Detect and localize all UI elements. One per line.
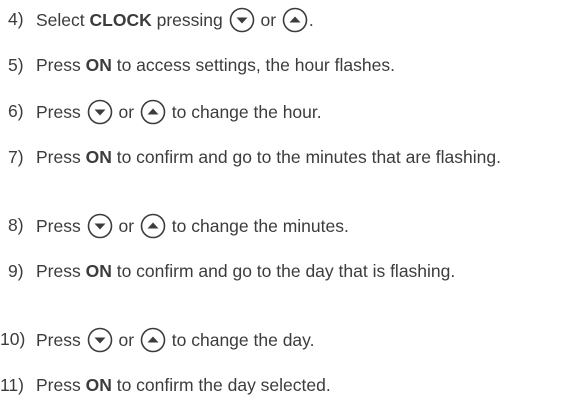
arrow-down-button-icon (87, 327, 113, 353)
step-text-segment: Press (36, 330, 86, 350)
step-text-segment: or (113, 216, 139, 236)
step-number: 4) (8, 9, 24, 29)
step-text-segment: pressing (151, 10, 228, 30)
step-text-segment: Press (36, 216, 86, 236)
step-text-segment: to confirm and go to the day that is fla… (111, 261, 456, 281)
step-text-segment: Select (36, 10, 90, 30)
step-text-segment: to confirm and go to the minutes that ar… (111, 147, 501, 167)
step-text: Press ON to confirm and go to the day th… (36, 259, 576, 283)
step-number: 9) (8, 261, 24, 281)
step-text-segment: Press (36, 102, 86, 122)
step-text: Press ON to confirm and go to the minute… (36, 145, 576, 169)
keyword-on: ON (85, 261, 112, 281)
keyword-on: ON (85, 147, 112, 167)
step-text-segment: Press (36, 261, 86, 281)
step-text: Press ON to confirm the day selected. (36, 373, 576, 397)
step-text: Press ON to access settings, the hour fl… (36, 53, 576, 77)
step-text-segment: to change the minutes. (166, 216, 349, 236)
arrow-down-button-icon (229, 7, 255, 33)
step-number: 8) (8, 215, 24, 235)
step-text: Press or to change the day. (36, 327, 576, 353)
step-text-segment: to change the day. (166, 330, 315, 350)
step-text-segment: Press (36, 55, 86, 75)
step-text: Press or to change the minutes. (36, 213, 576, 239)
step-text: Press or to change the hour. (36, 99, 576, 125)
arrow-up-button-icon (140, 327, 166, 353)
step-number: 5) (8, 55, 24, 75)
step-number: 11) (0, 375, 24, 395)
step-text-segment: Press (36, 147, 86, 167)
step-number: 10) (0, 329, 26, 349)
arrow-up-button-icon (140, 99, 166, 125)
arrow-down-button-icon (87, 213, 113, 239)
step-text-segment: or (113, 102, 139, 122)
step-text-segment: or (113, 330, 139, 350)
step-number: 7) (8, 147, 24, 167)
step-text-segment: to access settings, the hour flashes. (111, 55, 395, 75)
step-text-segment: to change the hour. (166, 102, 322, 122)
keyword-clock: CLOCK (89, 10, 152, 30)
arrow-up-button-icon (282, 7, 308, 33)
step-text-segment: Press (36, 375, 86, 395)
step-number: 6) (8, 101, 24, 121)
arrow-down-button-icon (87, 99, 113, 125)
keyword-on: ON (85, 375, 112, 395)
arrow-up-button-icon (140, 213, 166, 239)
step-text-segment: to confirm the day selected. (111, 375, 331, 395)
step-text-segment: or (255, 10, 281, 30)
keyword-on: ON (85, 55, 112, 75)
step-text-segment: . (308, 10, 314, 30)
step-text: Select CLOCK pressing or . (36, 7, 576, 33)
